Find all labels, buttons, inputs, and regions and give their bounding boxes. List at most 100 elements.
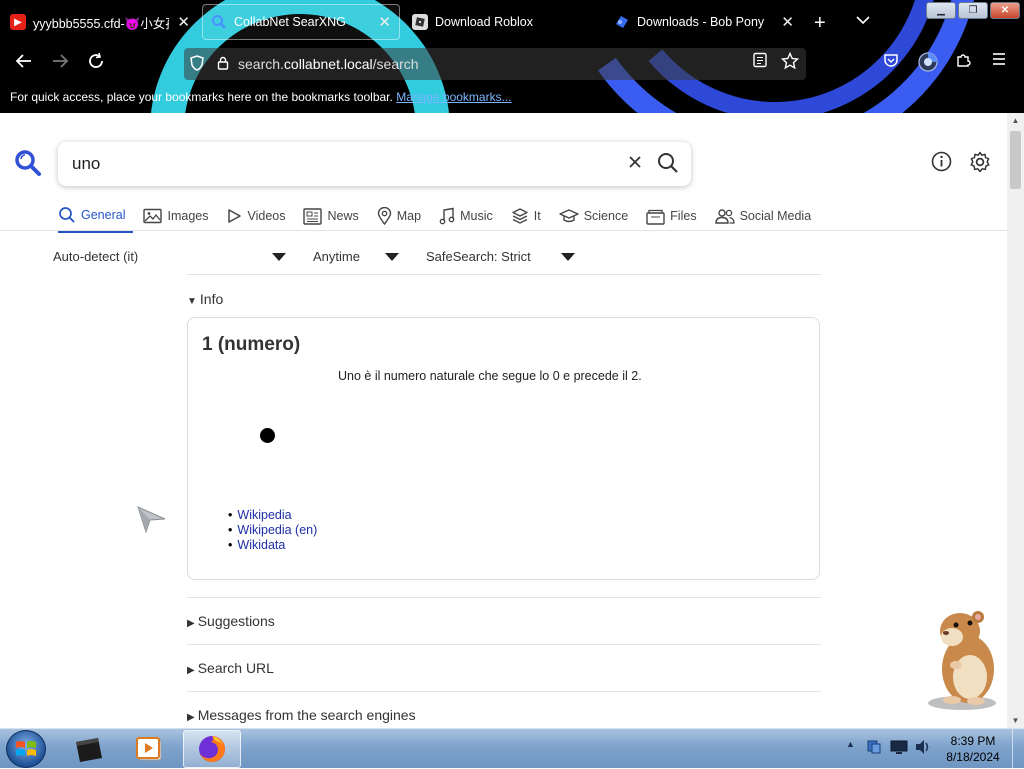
start-button[interactable] — [6, 730, 46, 768]
terminal-app-icon — [76, 738, 102, 762]
system-clock[interactable]: 8:39 PM 8/18/2024 — [942, 733, 1004, 765]
tab-title: Downloads - Bob Pony — [637, 15, 765, 29]
close-tab-icon[interactable]: ✕ — [781, 13, 794, 31]
manage-bookmarks-link[interactable]: Manage bookmarks... — [396, 90, 511, 104]
tab-it[interactable]: It — [511, 205, 549, 233]
wikipedia-link[interactable]: Wikipedia — [237, 508, 291, 522]
mouse-pointer-icon — [137, 505, 167, 538]
scroll-down-icon[interactable]: ▼ — [1007, 716, 1024, 725]
show-hidden-icons-icon[interactable]: ▲ — [846, 739, 855, 749]
show-desktop-button[interactable] — [1012, 729, 1024, 769]
people-icon — [714, 208, 735, 224]
divider — [187, 691, 821, 692]
back-icon[interactable] — [12, 52, 36, 75]
wikipedia-en-link[interactable]: Wikipedia (en) — [237, 523, 317, 537]
clock-date: 8/18/2024 — [946, 750, 1000, 764]
monitor-tray-icon[interactable] — [890, 739, 908, 758]
close-tab-icon[interactable]: ✕ — [177, 13, 190, 31]
preferences-gear-icon[interactable] — [969, 151, 991, 178]
tab-roblox[interactable]: Download Roblox — [404, 4, 604, 40]
url-host: collabnet.local — [283, 56, 373, 72]
tab-files[interactable]: Files — [646, 205, 704, 233]
searxng-logo-icon[interactable] — [14, 149, 42, 182]
window-controls: ▁ ❐ ✕ — [926, 2, 1020, 19]
section-title: Search URL — [197, 660, 274, 676]
collapsed-triangle-icon: ▶ — [187, 665, 195, 676]
language-select[interactable]: Auto-detect (it) — [53, 249, 138, 264]
url-text: search.collabnet.local/search — [238, 56, 419, 72]
bobpony-icon — [614, 14, 630, 30]
time-range-dropdown-caret[interactable] — [385, 253, 399, 261]
restore-button[interactable]: ❐ — [958, 2, 988, 19]
tab-bobpony[interactable]: Downloads - Bob Pony ✕ — [606, 4, 802, 40]
infobox-description: Uno è il numero naturale che segue lo 0 … — [338, 369, 642, 383]
close-tab-icon[interactable]: ✕ — [378, 13, 391, 31]
tab-general[interactable]: General — [58, 205, 134, 233]
search-url-section-toggle[interactable]: ▶ Search URL — [187, 660, 274, 676]
clear-search-icon[interactable] — [627, 153, 643, 176]
tab-map[interactable]: Map — [377, 205, 429, 233]
reader-view-icon[interactable] — [752, 52, 768, 72]
search-input[interactable] — [72, 154, 612, 174]
tab-images[interactable]: Images — [143, 205, 216, 233]
safesearch-dropdown-caret[interactable] — [561, 253, 575, 261]
info-section-toggle[interactable]: ▼ Info — [187, 291, 223, 307]
files-icon — [646, 208, 665, 225]
tab-news[interactable]: News — [303, 205, 366, 233]
browser-chrome: ▶ yyybbb5555.cfd-😈小女孩 ✕ CollabNet SearXN… — [0, 0, 1024, 113]
search-submit-icon[interactable] — [657, 152, 679, 179]
tab-videos[interactable]: Videos — [226, 205, 293, 233]
minimize-button[interactable]: ▁ — [926, 2, 956, 19]
taskbar-firefox[interactable] — [183, 730, 241, 768]
tab-youtube[interactable]: ▶ yyybbb5555.cfd-😈小女孩 ✕ — [2, 4, 198, 40]
clock-time: 8:39 PM — [950, 734, 996, 748]
network-tray-icon[interactable] — [866, 739, 882, 758]
url-bar[interactable]: search.collabnet.local/search — [184, 48, 806, 80]
suggestions-section-toggle[interactable]: ▶ Suggestions — [187, 613, 275, 629]
list-all-tabs-icon[interactable] — [856, 12, 870, 28]
time-range-select[interactable]: Anytime — [313, 249, 360, 264]
taskbar-media-player[interactable] — [120, 730, 178, 768]
tab-social-media[interactable]: Social Media — [714, 205, 820, 233]
pocket-icon[interactable] — [883, 52, 899, 72]
searxng-page: General Images Videos News Map Music It — [0, 113, 1007, 728]
scrollbar-thumb[interactable] — [1010, 131, 1021, 189]
extensions-icon[interactable] — [955, 52, 971, 72]
category-divider — [0, 230, 1007, 231]
shield-icon[interactable] — [184, 54, 210, 74]
info-icon[interactable] — [931, 151, 952, 177]
menu-icon[interactable] — [991, 52, 1007, 70]
bookmark-star-icon[interactable] — [780, 51, 800, 74]
tab-searxng[interactable]: CollabNet SearXNG ✕ — [202, 4, 400, 40]
collapsed-triangle-icon: ▶ — [187, 712, 195, 723]
volume-tray-icon[interactable] — [914, 739, 932, 758]
list-item: Wikipedia — [228, 508, 317, 523]
section-title: Messages from the search engines — [197, 707, 416, 723]
safesearch-select[interactable]: SafeSearch: Strict — [426, 249, 531, 264]
wikidata-link[interactable]: Wikidata — [237, 538, 285, 552]
tab-label: Social Media — [739, 209, 812, 223]
forward-icon[interactable] — [48, 52, 72, 75]
tab-label: News — [327, 209, 359, 223]
tab-label: Files — [670, 209, 697, 223]
tab-title: Download Roblox — [435, 15, 533, 29]
language-dropdown-caret[interactable] — [272, 253, 286, 261]
image-icon — [143, 208, 163, 224]
scroll-up-icon[interactable]: ▲ — [1007, 116, 1024, 125]
close-window-button[interactable]: ✕ — [990, 2, 1020, 19]
media-player-icon — [136, 737, 162, 761]
infobox: 1 (numero) Uno è il numero naturale che … — [187, 317, 820, 580]
category-tabs: General Images Videos News Map Music It — [58, 205, 829, 233]
tab-music[interactable]: Music — [439, 205, 501, 233]
taskbar-terminal-app[interactable] — [60, 730, 118, 768]
reload-icon[interactable] — [84, 52, 108, 75]
tab-science[interactable]: Science — [558, 205, 636, 233]
account-icon[interactable] — [918, 52, 938, 76]
page-scrollbar[interactable]: ▲ ▼ — [1007, 113, 1024, 728]
newspaper-icon — [303, 207, 323, 225]
lock-icon[interactable] — [210, 56, 236, 73]
play-icon — [226, 208, 242, 224]
new-tab-button[interactable]: + — [814, 12, 826, 35]
infobox-title: 1 (numero) — [202, 334, 301, 355]
engine-messages-section-toggle[interactable]: ▶ Messages from the search engines — [187, 707, 416, 723]
